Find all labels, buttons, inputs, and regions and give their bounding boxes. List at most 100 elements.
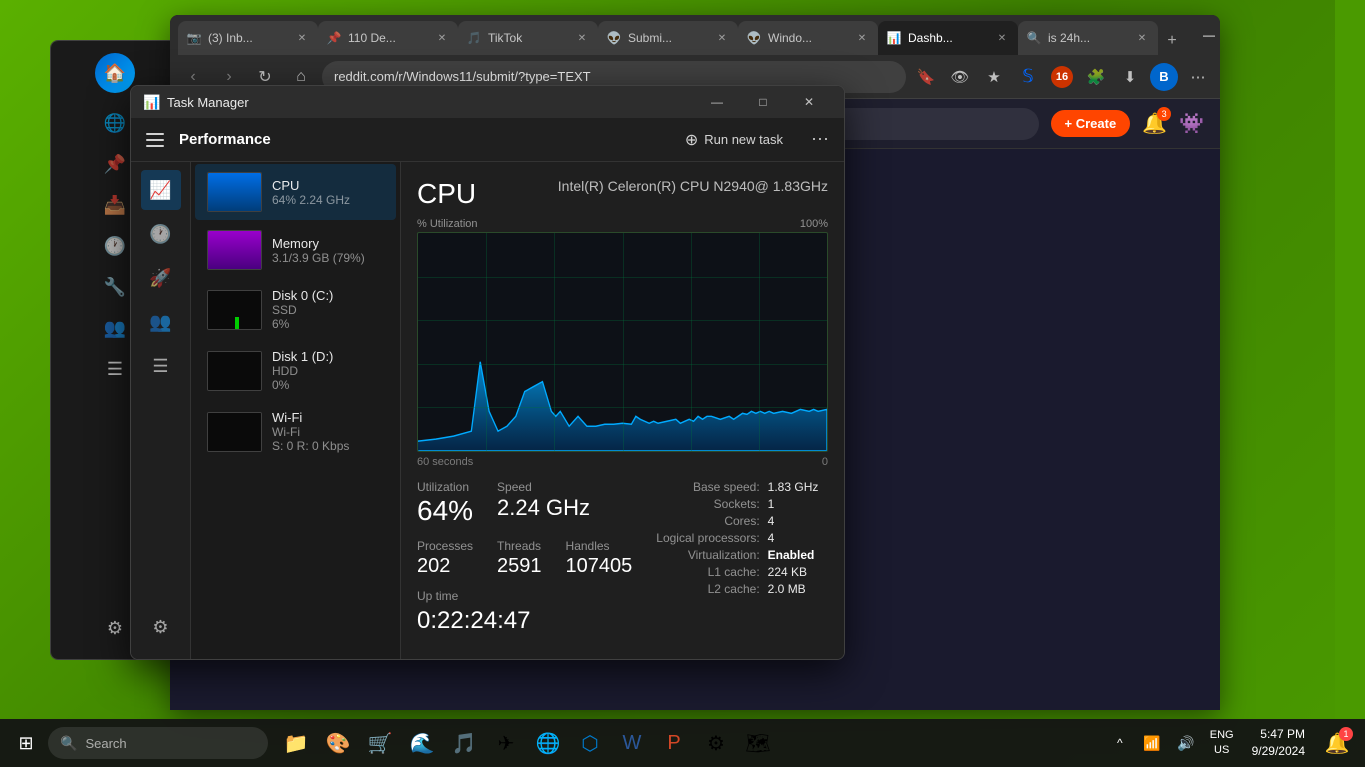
tab-pinterest-close[interactable]: ✕ [434,30,450,46]
tab-dashboard-title: Dashb... [908,31,988,45]
device-item-disk0[interactable]: Disk 0 (C:) SSD 6% [195,280,396,339]
browser-profile-icon: 16 [1048,63,1076,91]
task-manager-close-button[interactable]: ✕ [786,86,832,118]
sidebar-details-icon[interactable]: ☰ [141,346,181,386]
cores-row: Cores: 4 [656,514,818,531]
sidebar-startup-icon[interactable]: 🚀 [141,258,181,298]
taskbar-edge-browser[interactable]: 🌊 [402,723,442,763]
taskbar-word[interactable]: W [612,723,652,763]
taskbar-powerpoint[interactable]: P [654,723,694,763]
tab-pinterest[interactable]: 📌 110 De... ✕ [318,21,458,55]
tab-instagram[interactable]: 📷 (3) Inb... ✕ [178,21,318,55]
browser-favorite-icon[interactable]: ★ [980,63,1008,91]
disk0-device-sub2: SSD [272,303,384,317]
pin-icon: 📌 [104,154,126,175]
browser-menu-button[interactable]: ⋯ [1184,63,1212,91]
taskbar-maps[interactable]: 🗺 [738,723,778,763]
run-new-task-button[interactable]: ⊕ Run new task [672,123,796,157]
tab-instagram-close[interactable]: ✕ [294,30,310,46]
tab-pinterest-title: 110 De... [348,31,428,45]
notification-bell-button[interactable]: 🔔 1 [1317,723,1357,763]
disk0-device-name: Disk 0 (C:) [272,288,384,303]
task-manager-hamburger-button[interactable] [139,124,171,156]
processes-stat: Processes 202 [417,539,473,577]
tab-search-close[interactable]: ✕ [1134,30,1150,46]
tab-reddit-submit-close[interactable]: ✕ [714,30,730,46]
l2-cache-row: L2 cache: 2.0 MB [656,582,818,599]
cpu-info-table: Base speed: 1.83 GHz Sockets: 1 Cores: 4 [656,480,818,599]
browser-privacy-icon[interactable]: 👁 [946,63,974,91]
volume-icon[interactable]: 🔊 [1172,723,1200,763]
clock-date: 9/29/2024 [1252,743,1305,760]
taskbar-settings-app[interactable]: ⚙ [696,723,736,763]
device-item-cpu[interactable]: CPU 64% 2.24 GHz [195,164,396,220]
disk1-thumbnail [207,351,262,391]
system-clock[interactable]: 5:47 PM 9/29/2024 [1244,724,1313,762]
wifi-status-icon[interactable]: 📶 [1138,723,1166,763]
memory-device-info: Memory 3.1/3.9 GB (79%) [272,236,384,265]
start-button[interactable]: ⊞ [8,725,44,761]
store-icon: 🛒 [368,731,393,756]
device-item-wifi[interactable]: Wi-Fi Wi-Fi S: 0 R: 0 Kbps [195,402,396,461]
tab-tiktok-close[interactable]: ✕ [574,30,590,46]
taskbar-music[interactable]: 🎵 [444,723,484,763]
system-tray-expand[interactable]: ^ [1106,723,1134,763]
notification-badge: 1 [1339,727,1353,741]
device-item-disk1[interactable]: Disk 1 (D:) HDD 0% [195,341,396,400]
threads-stat: Threads 2591 [497,539,542,577]
sidebar-performance-icon[interactable]: 📈 [141,170,181,210]
task-manager-minimize-button[interactable]: — [694,86,740,118]
taskbar-search-bar[interactable]: 🔍 Search [48,727,268,759]
memory-mini-chart [208,231,261,269]
speed-stat: Speed 2.24 GHz [497,480,590,527]
sidebar-app-history-icon[interactable]: 🕐 [141,214,181,254]
tab-dashboard[interactable]: 📊 Dashb... ✕ [878,21,1018,55]
browser-shazam-icon[interactable]: 𝕊 [1014,63,1042,91]
reddit-create-button[interactable]: + Create [1051,110,1131,137]
browser-download-icon[interactable]: ⬇ [1116,63,1144,91]
l1-cache-key: L1 cache: [656,565,767,582]
tab-search[interactable]: 🔍 is 24h... ✕ [1018,21,1158,55]
cpu-mini-chart [208,173,261,211]
task-manager-section-title: Performance [179,131,664,148]
task-manager-more-button[interactable]: ⋯ [804,124,836,156]
tab-reddit-submit[interactable]: 👽 Submi... ✕ [598,21,738,55]
browser-extensions-icon[interactable]: 🧩 [1082,63,1110,91]
reddit-user-avatar[interactable]: 👾 [1179,111,1204,136]
wifi-device-info: Wi-Fi Wi-Fi S: 0 R: 0 Kbps [272,410,384,453]
browser-save-icon[interactable]: 🔖 [912,63,940,91]
cpu-model: Intel(R) Celeron(R) CPU N2940@ 1.83GHz [558,178,828,194]
dashboard-favicon: 📊 [886,30,902,46]
utilization-label: % Utilization [417,218,478,230]
device-item-memory[interactable]: Memory 3.1/3.9 GB (79%) [195,222,396,278]
taskbar-browser2[interactable]: 🌐 [528,723,568,763]
grid-v-3 [623,233,624,451]
address-bar-url: reddit.com/r/Windows11/submit/?type=TEXT [334,69,591,84]
tab-tiktok[interactable]: 🎵 TikTok ✕ [458,21,598,55]
processes-stat-label: Processes [417,539,473,553]
new-tab-button[interactable]: + [1158,27,1186,55]
tab-reddit-windows-close[interactable]: ✕ [854,30,870,46]
sidebar-users-icon[interactable]: 👥 [141,302,181,342]
base-speed-row: Base speed: 1.83 GHz [656,480,818,497]
taskbar-store[interactable]: 🛒 [360,723,400,763]
browser-user-button[interactable]: B [1150,63,1178,91]
list-icon: ☰ [107,359,123,380]
run-task-label: Run new task [704,132,783,147]
device-list: CPU 64% 2.24 GHz Memory 3.1/3.9 GB (79%) [191,162,401,659]
sidebar-services-icon[interactable]: ⚙ [141,611,181,651]
task-manager-maximize-button[interactable]: □ [740,86,786,118]
language-indicator[interactable]: ENG US [1204,726,1240,761]
taskbar-telegram[interactable]: ✈ [486,723,526,763]
taskbar-vscode[interactable]: ⬡ [570,723,610,763]
tab-reddit-windows[interactable]: 👽 Windo... ✕ [738,21,878,55]
taskbar-copilot[interactable]: 🎨 [318,723,358,763]
base-speed-value: 1.83 GHz [768,480,819,497]
disk0-thumbnail [207,290,262,330]
taskbar-file-explorer[interactable]: 📁 [276,723,316,763]
disk1-mini-chart [208,352,261,390]
browser-minimize-button[interactable]: — [1186,19,1220,51]
reddit-notifications[interactable]: 🔔 3 [1142,111,1167,136]
tab-dashboard-close[interactable]: ✕ [994,30,1010,46]
processes-stat-value: 202 [417,555,473,577]
